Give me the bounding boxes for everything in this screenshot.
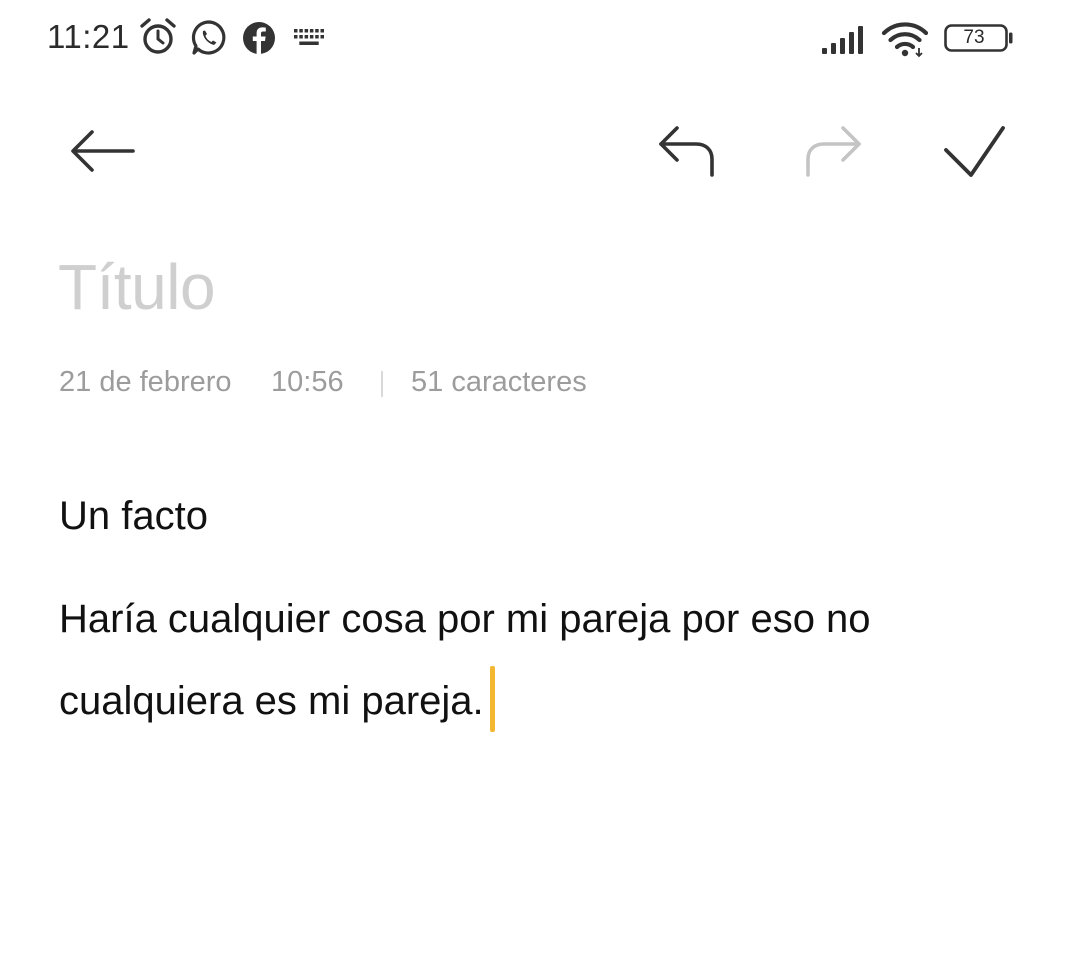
alarm-icon xyxy=(140,18,176,54)
note-time: 10:56 xyxy=(271,366,344,398)
battery-indicator: 73 xyxy=(944,24,1013,52)
note-date: 21 de febrero xyxy=(59,366,232,398)
facebook-icon xyxy=(243,22,275,55)
signal-icon xyxy=(822,26,863,54)
whatsapp-icon xyxy=(191,20,226,55)
redo-icon xyxy=(806,126,861,177)
metadata-divider xyxy=(381,371,383,397)
text-cursor xyxy=(489,666,495,732)
back-arrow-icon xyxy=(71,130,135,172)
note-paragraph-text: cualquiera es mi pareja. xyxy=(59,679,484,723)
title-input[interactable]: Título xyxy=(58,250,216,324)
status-bar: 11:21 73 xyxy=(0,0,1070,76)
back-button[interactable] xyxy=(66,122,138,180)
status-time: 11:21 xyxy=(47,18,130,55)
note-paragraph-line-last: cualquiera es mi pareja. xyxy=(59,660,1019,742)
note-paragraph-line: Haría cualquier cosa por mi pareja por e… xyxy=(59,597,871,641)
confirm-button[interactable] xyxy=(940,120,1010,182)
title-placeholder: Título xyxy=(58,251,216,323)
undo-button[interactable] xyxy=(654,120,720,182)
wifi-icon xyxy=(881,22,929,58)
redo-button[interactable] xyxy=(800,120,866,182)
check-icon xyxy=(944,126,1005,177)
keyboard-icon xyxy=(294,29,324,45)
character-count: 51 caracteres xyxy=(411,366,587,398)
undo-icon xyxy=(659,126,714,177)
battery-level: 73 xyxy=(963,27,985,48)
note-paragraph: Haría cualquier cosa por mi pareja por e… xyxy=(59,578,1019,742)
note-text-line: Un facto xyxy=(59,494,208,538)
